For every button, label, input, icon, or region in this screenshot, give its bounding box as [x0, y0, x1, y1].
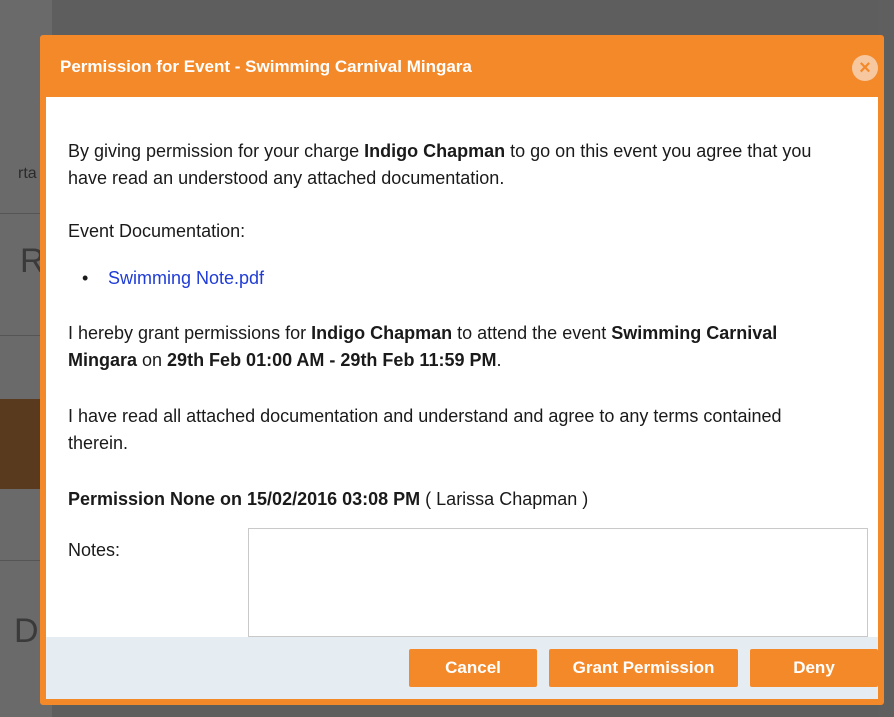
background-text: rta — [18, 165, 37, 182]
background-divider — [0, 213, 44, 214]
agreement-text: I have read all attached documentation a… — [68, 406, 782, 453]
dialog-title: Permission for Event - Swimming Carnival… — [60, 57, 472, 76]
charge-name: Indigo Chapman — [364, 141, 506, 161]
grant-prefix: I hereby grant permissions for — [68, 323, 312, 343]
background-block — [0, 399, 44, 489]
background-divider — [0, 335, 44, 336]
grant-text: I hereby grant permissions for Indigo Ch… — [68, 320, 838, 374]
documentation-list: Swimming Note.pdf — [82, 268, 264, 289]
event-dates: 29th Feb 01:00 AM - 29th Feb 11:59 PM — [167, 350, 497, 370]
documentation-label: Event Documentation: — [68, 221, 246, 241]
grant-on: on — [137, 350, 168, 370]
status-by: ( Larissa Chapman ) — [420, 489, 589, 509]
dialog-titlebar: Permission for Event - Swimming Carnival… — [40, 35, 884, 99]
dialog-body: By giving permission for your charge Ind… — [46, 97, 878, 637]
intro-prefix: By giving permission for your charge — [68, 141, 365, 161]
close-icon[interactable]: × — [852, 55, 878, 81]
cancel-button[interactable]: Cancel — [409, 649, 537, 687]
intro-text: By giving permission for your charge Ind… — [68, 138, 838, 192]
permission-dialog: Permission for Event - Swimming Carnival… — [40, 35, 884, 705]
document-link[interactable]: Swimming Note.pdf — [108, 268, 264, 288]
status-label: Permission None on 15/02/2016 03:08 PM — [68, 489, 421, 509]
grant-end: . — [496, 350, 502, 370]
dialog-footer: Cancel Grant Permission Deny — [46, 637, 878, 699]
background-text: D — [14, 612, 39, 650]
grant-middle: to attend the event — [452, 323, 612, 343]
charge-name: Indigo Chapman — [311, 323, 453, 343]
background-divider — [0, 560, 44, 561]
deny-button[interactable]: Deny — [750, 649, 878, 687]
permission-status: Permission None on 15/02/2016 03:08 PM (… — [68, 486, 838, 513]
notes-label: Notes: — [68, 540, 121, 560]
list-item: Swimming Note.pdf — [82, 268, 264, 289]
notes-textarea[interactable] — [248, 528, 868, 637]
grant-permission-button[interactable]: Grant Permission — [549, 649, 738, 687]
